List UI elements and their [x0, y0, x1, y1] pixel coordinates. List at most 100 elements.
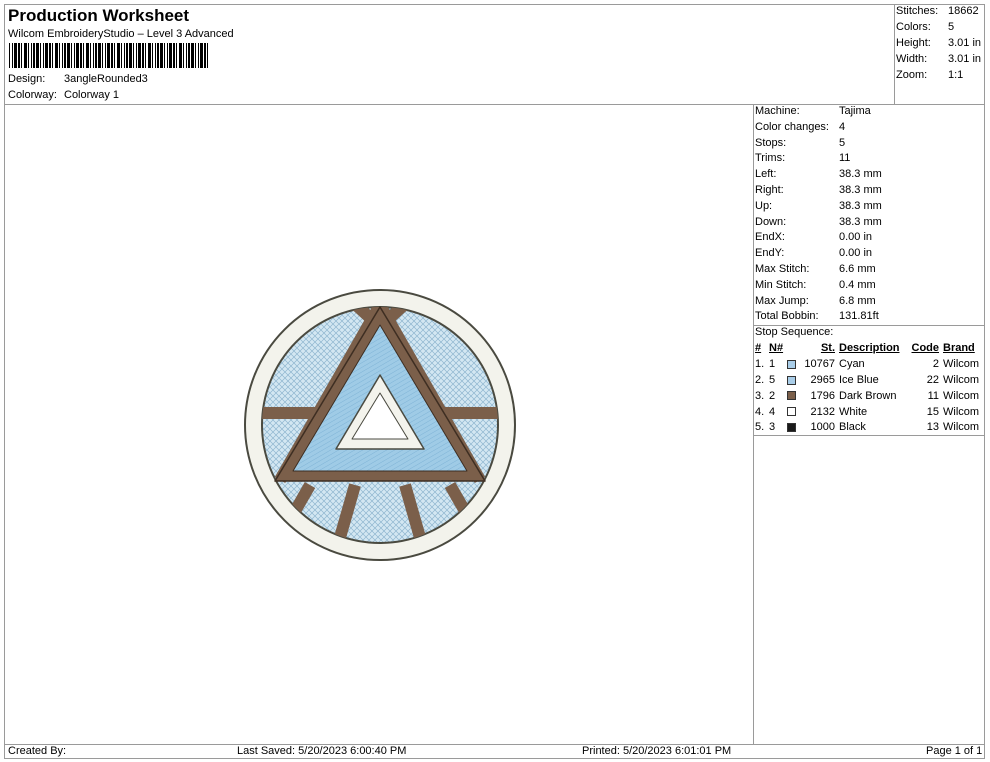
barcode-bar: [14, 43, 17, 68]
col-brand: Brand: [943, 342, 975, 355]
stop-sequence-heading: Stop Sequence:: [755, 326, 834, 339]
barcode-bar: [12, 43, 13, 68]
row-swatch-cell: [787, 420, 801, 436]
barcode-bar: [21, 43, 22, 68]
barcode-bar: [148, 43, 151, 68]
row-description: Ice Blue: [839, 373, 879, 386]
barcode-bar: [52, 43, 53, 68]
row-stitches: 1000: [810, 421, 835, 434]
row-code: 11: [927, 389, 939, 402]
row-stitches: 2132: [810, 405, 835, 418]
embroidery-design-preview: [244, 289, 516, 561]
machine-info: Machine: Tajima Color changes: 4 Stops: 5 T…: [755, 104, 985, 341]
design-label: Design:: [8, 73, 46, 85]
row-needle: 2: [769, 389, 776, 402]
col-stitches: St.: [820, 342, 835, 355]
footer-last-saved: Last Saved: 5/20/2023 6:00:40 PM: [237, 745, 407, 757]
barcode-bar: [117, 43, 120, 68]
barcode-bar: [138, 43, 141, 68]
barcode-bar: [155, 43, 156, 68]
table-row: 4. 4 2132 White 15 Wilcom: [755, 404, 985, 420]
sidebar-divider: [753, 104, 754, 744]
info-row: Right: 38.3 mm: [755, 183, 882, 196]
table-header-row: # N# St. Description Code Brand: [755, 341, 985, 357]
row-description: Cyan: [839, 358, 865, 371]
footer-divider: [4, 744, 985, 745]
footer-printed: Printed: 5/20/2023 6:01:01 PM: [582, 745, 732, 757]
color-swatch: [787, 407, 796, 417]
barcode-bar: [67, 43, 70, 68]
barcode-bar: [176, 43, 177, 68]
barcode-bar: [59, 43, 60, 68]
barcode-bar: [43, 43, 44, 68]
barcode-bar: [62, 43, 63, 68]
row-num: 5.: [755, 421, 765, 434]
info-row: Total Bobbin: 131.81ft: [755, 310, 879, 323]
row-needle: 5: [769, 373, 776, 386]
row-description: Black: [839, 421, 866, 434]
barcode-bar: [179, 43, 182, 68]
barcode-bar: [86, 43, 89, 68]
barcode-bar: [105, 43, 106, 68]
barcode-bar: [74, 43, 75, 68]
barcode-bar: [207, 43, 208, 68]
summary-row: Zoom: 1:1: [896, 69, 964, 81]
row-num: 4.: [755, 405, 765, 418]
barcode-bar: [164, 43, 165, 68]
color-swatch: [787, 359, 796, 369]
colorway-label: Colorway:: [8, 89, 57, 101]
info-row: Max Jump: 6.8 mm: [755, 294, 876, 307]
row-brand: Wilcom: [943, 421, 980, 434]
barcode-bar: [98, 43, 101, 68]
col-description: Description: [839, 342, 900, 355]
summary-row: Height: 3.01 in: [896, 37, 982, 49]
info-row: Color changes: 4: [755, 120, 846, 133]
row-code: 13: [926, 421, 939, 434]
info-row: Min Stitch: 0.4 mm: [755, 278, 876, 291]
barcode: [9, 43, 208, 68]
barcode-bar: [28, 43, 29, 68]
page-title: Production Worksheet: [8, 6, 190, 25]
summary-divider: [894, 4, 895, 104]
info-row: Machine: Tajima: [755, 105, 871, 117]
barcode-bar: [121, 43, 122, 68]
design-value: 3angleRounded3: [64, 73, 148, 85]
summary-row: Width: 3.01 in: [896, 53, 982, 65]
row-brand: Wilcom: [943, 389, 980, 402]
barcode-bar: [145, 43, 146, 68]
row-code: 2: [932, 358, 939, 371]
barcode-bar: [136, 43, 137, 68]
barcode-bar: [71, 43, 72, 68]
row-stitches: 1796: [810, 389, 835, 402]
footer-page: Page 1 of 1: [926, 745, 983, 757]
barcode-bar: [49, 43, 51, 68]
barcode-bar: [200, 43, 203, 68]
barcode-bar: [183, 43, 184, 68]
info-row: Left: 38.3 mm: [755, 168, 882, 181]
barcode-bar: [204, 43, 206, 68]
barcode-bar: [191, 43, 194, 68]
barcode-bar: [76, 43, 79, 68]
info-row: EndY: 0.00 in: [755, 247, 873, 260]
barcode-bar: [160, 43, 163, 68]
barcode-bar: [64, 43, 66, 68]
row-brand: Wilcom: [943, 405, 980, 418]
barcode-bar: [9, 43, 10, 68]
row-brand: Wilcom: [943, 373, 980, 386]
row-description: Dark Brown: [839, 389, 897, 402]
barcode-bar: [45, 43, 48, 68]
barcode-bar: [124, 43, 125, 68]
barcode-bar: [195, 43, 196, 68]
barcode-bar: [40, 43, 41, 68]
barcode-bar: [90, 43, 91, 68]
stop-sequence-table: # N# St. Description Code Brand 1. 1 10767…: [755, 341, 985, 436]
row-code: 15: [926, 405, 939, 418]
barcode-bar: [33, 43, 35, 68]
info-row: Down: 38.3 mm: [755, 215, 882, 228]
summary-row: Stitches: 18662: [896, 5, 979, 17]
row-swatch-cell: [787, 357, 801, 373]
software-name: Wilcom EmbroideryStudio – Level 3 Advanc…: [8, 28, 234, 40]
table-row: 3. 2 1796 Dark Brown 11 Wilcom: [755, 388, 985, 404]
row-code: 22: [926, 373, 939, 386]
barcode-bar: [83, 43, 84, 68]
